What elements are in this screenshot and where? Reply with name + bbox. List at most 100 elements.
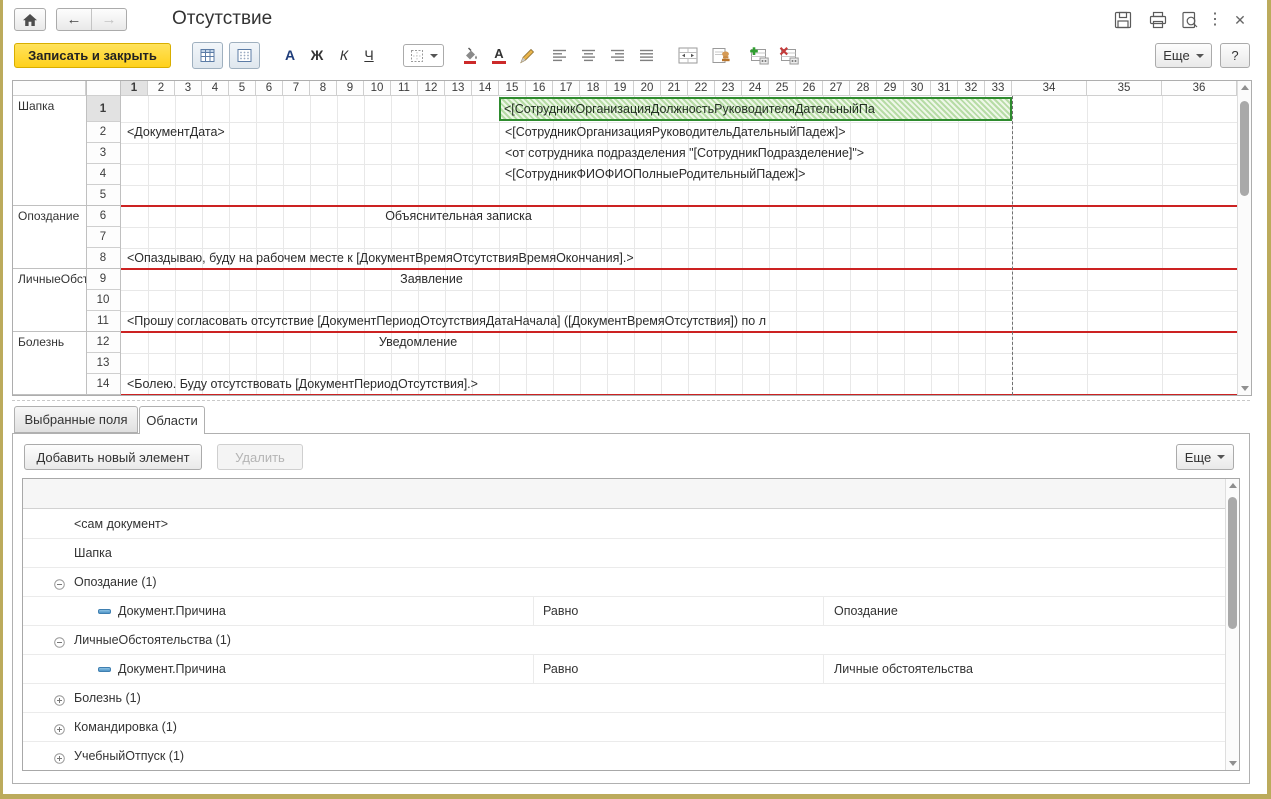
scroll-down-icon[interactable] — [1229, 761, 1237, 766]
row-header[interactable]: 2 — [86, 122, 121, 143]
tab-areas[interactable]: Области — [139, 406, 205, 434]
row-header[interactable]: 5 — [86, 185, 121, 206]
underline-button[interactable]: Ч — [357, 44, 381, 66]
font-button[interactable]: А — [278, 44, 302, 66]
list-row[interactable]: УчебныйОтпуск (1) — [23, 742, 1225, 771]
col-header[interactable]: 7 — [283, 81, 310, 96]
row-header[interactable]: 4 — [86, 164, 121, 185]
show-headers-toggle[interactable] — [229, 42, 260, 69]
section-label[interactable]: ЛичныеОбст — [13, 269, 86, 332]
scroll-up-icon[interactable] — [1229, 483, 1237, 488]
merge-cells-button[interactable] — [676, 44, 700, 66]
col-header[interactable]: 34 — [1012, 81, 1087, 96]
sheet-scroll-thumb[interactable] — [1240, 101, 1249, 196]
list-row[interactable]: Шапка — [23, 539, 1225, 568]
expand-icon[interactable] — [54, 751, 65, 762]
close-button[interactable]: ✕ — [1230, 9, 1250, 31]
col-header[interactable]: 12 — [418, 81, 445, 96]
col-header[interactable]: 9 — [337, 81, 364, 96]
col-header[interactable]: 24 — [742, 81, 769, 96]
italic-button[interactable]: К — [332, 44, 356, 66]
sheet[interactable]: 1234567891011121314151617181920212223242… — [12, 80, 1252, 396]
save-and-close-button[interactable]: Записать и закрыть — [14, 43, 171, 68]
sheet-cell[interactable]: Объяснительная записка — [121, 206, 796, 227]
expand-icon[interactable] — [54, 722, 65, 733]
list-row[interactable]: Опоздание (1) — [23, 568, 1225, 597]
sheet-cell[interactable]: <Болею. Буду отсутствовать [ДокументПери… — [127, 374, 478, 395]
named-area-button[interactable] — [709, 44, 733, 66]
col-header[interactable]: 2 — [148, 81, 175, 96]
section-label[interactable]: Шапка — [13, 96, 86, 206]
bold-button[interactable]: Ж — [305, 44, 329, 66]
list-row[interactable]: Командировка (1) — [23, 713, 1225, 742]
col-header[interactable]: 17 — [553, 81, 580, 96]
sheet-cell[interactable]: <Прошу согласовать отсутствие [ДокументП… — [127, 311, 1015, 332]
section-label[interactable]: Опоздание — [13, 206, 86, 269]
sheet-cell[interactable]: <[СотрудникОрганизацияРуководительДатель… — [505, 122, 846, 143]
col-header[interactable]: 27 — [823, 81, 850, 96]
row-header[interactable]: 7 — [86, 227, 121, 248]
col-header[interactable]: 20 — [634, 81, 661, 96]
list-scroll-thumb[interactable] — [1228, 497, 1237, 629]
col-header[interactable]: 13 — [445, 81, 472, 96]
sheet-cell[interactable]: <от сотрудника подразделения "[Сотрудник… — [505, 143, 864, 164]
row-header[interactable]: 9 — [86, 269, 121, 290]
col-header[interactable]: 28 — [850, 81, 877, 96]
scroll-down-icon[interactable] — [1241, 386, 1249, 391]
col-header[interactable]: 21 — [661, 81, 688, 96]
help-button[interactable]: ? — [1220, 43, 1250, 68]
forward-button[interactable]: → — [92, 9, 126, 30]
row-header[interactable]: 8 — [86, 248, 121, 269]
row-header[interactable]: 14 — [86, 374, 121, 395]
sheet-corner[interactable] — [13, 81, 86, 96]
text-color-button[interactable]: А — [488, 45, 510, 66]
borders-dropdown[interactable] — [403, 44, 444, 67]
list-row[interactable]: Документ.ПричинаРавноОпоздание — [23, 597, 1225, 626]
sheet-corner[interactable] — [86, 81, 121, 96]
delete-button[interactable]: Удалить — [217, 444, 303, 470]
scroll-up-icon[interactable] — [1241, 85, 1249, 90]
col-header[interactable]: 4 — [202, 81, 229, 96]
col-header[interactable]: 23 — [715, 81, 742, 96]
sheet-cell[interactable]: Заявление — [121, 269, 742, 290]
col-header[interactable]: 1 — [121, 81, 148, 96]
col-header[interactable]: 6 — [256, 81, 283, 96]
col-header[interactable]: 10 — [364, 81, 391, 96]
print-preview-button[interactable] — [1179, 9, 1201, 31]
sheet-vertical-scrollbar[interactable] — [1237, 81, 1251, 395]
list-vertical-scrollbar[interactable] — [1225, 479, 1239, 770]
col-header[interactable]: 26 — [796, 81, 823, 96]
save-button[interactable] — [1112, 9, 1134, 31]
areas-list[interactable]: <сам документ>ШапкаОпоздание (1)Документ… — [22, 478, 1240, 771]
selected-cell[interactable]: <[СотрудникОрганизацияДолжностьРуководит… — [499, 97, 1012, 121]
back-button[interactable]: ← — [57, 9, 92, 30]
list-row[interactable]: Болезнь (1) — [23, 684, 1225, 713]
align-right-button[interactable] — [609, 47, 626, 63]
col-header[interactable]: 22 — [688, 81, 715, 96]
sheet-cell[interactable]: <ДокументДата> — [127, 122, 225, 143]
sheet-cell[interactable]: Уведомление — [121, 332, 715, 353]
panel-splitter[interactable] — [12, 400, 1250, 401]
collapse-icon[interactable] — [54, 635, 65, 646]
home-button[interactable] — [14, 8, 46, 31]
col-header[interactable]: 18 — [580, 81, 607, 96]
draw-borders-button[interactable] — [516, 45, 538, 66]
col-header[interactable]: 15 — [499, 81, 526, 96]
print-button[interactable] — [1147, 9, 1169, 31]
col-header[interactable]: 8 — [310, 81, 337, 96]
row-header[interactable]: 3 — [86, 143, 121, 164]
expand-icon[interactable] — [54, 693, 65, 704]
list-row[interactable]: ЛичныеОбстоятельства (1) — [23, 626, 1225, 655]
list-row[interactable]: Документ.ПричинаРавноЛичные обстоятельст… — [23, 655, 1225, 684]
collapse-icon[interactable] — [54, 577, 65, 588]
add-element-button[interactable]: Добавить новый элемент — [24, 444, 202, 470]
col-header[interactable]: 19 — [607, 81, 634, 96]
col-header[interactable]: 11 — [391, 81, 418, 96]
col-header[interactable]: 16 — [526, 81, 553, 96]
col-header[interactable]: 5 — [229, 81, 256, 96]
row-header[interactable]: 13 — [86, 353, 121, 374]
row-header[interactable]: 11 — [86, 311, 121, 332]
align-justify-button[interactable] — [638, 47, 655, 63]
list-row[interactable]: <сам документ> — [23, 510, 1225, 539]
col-header[interactable]: 14 — [472, 81, 499, 96]
